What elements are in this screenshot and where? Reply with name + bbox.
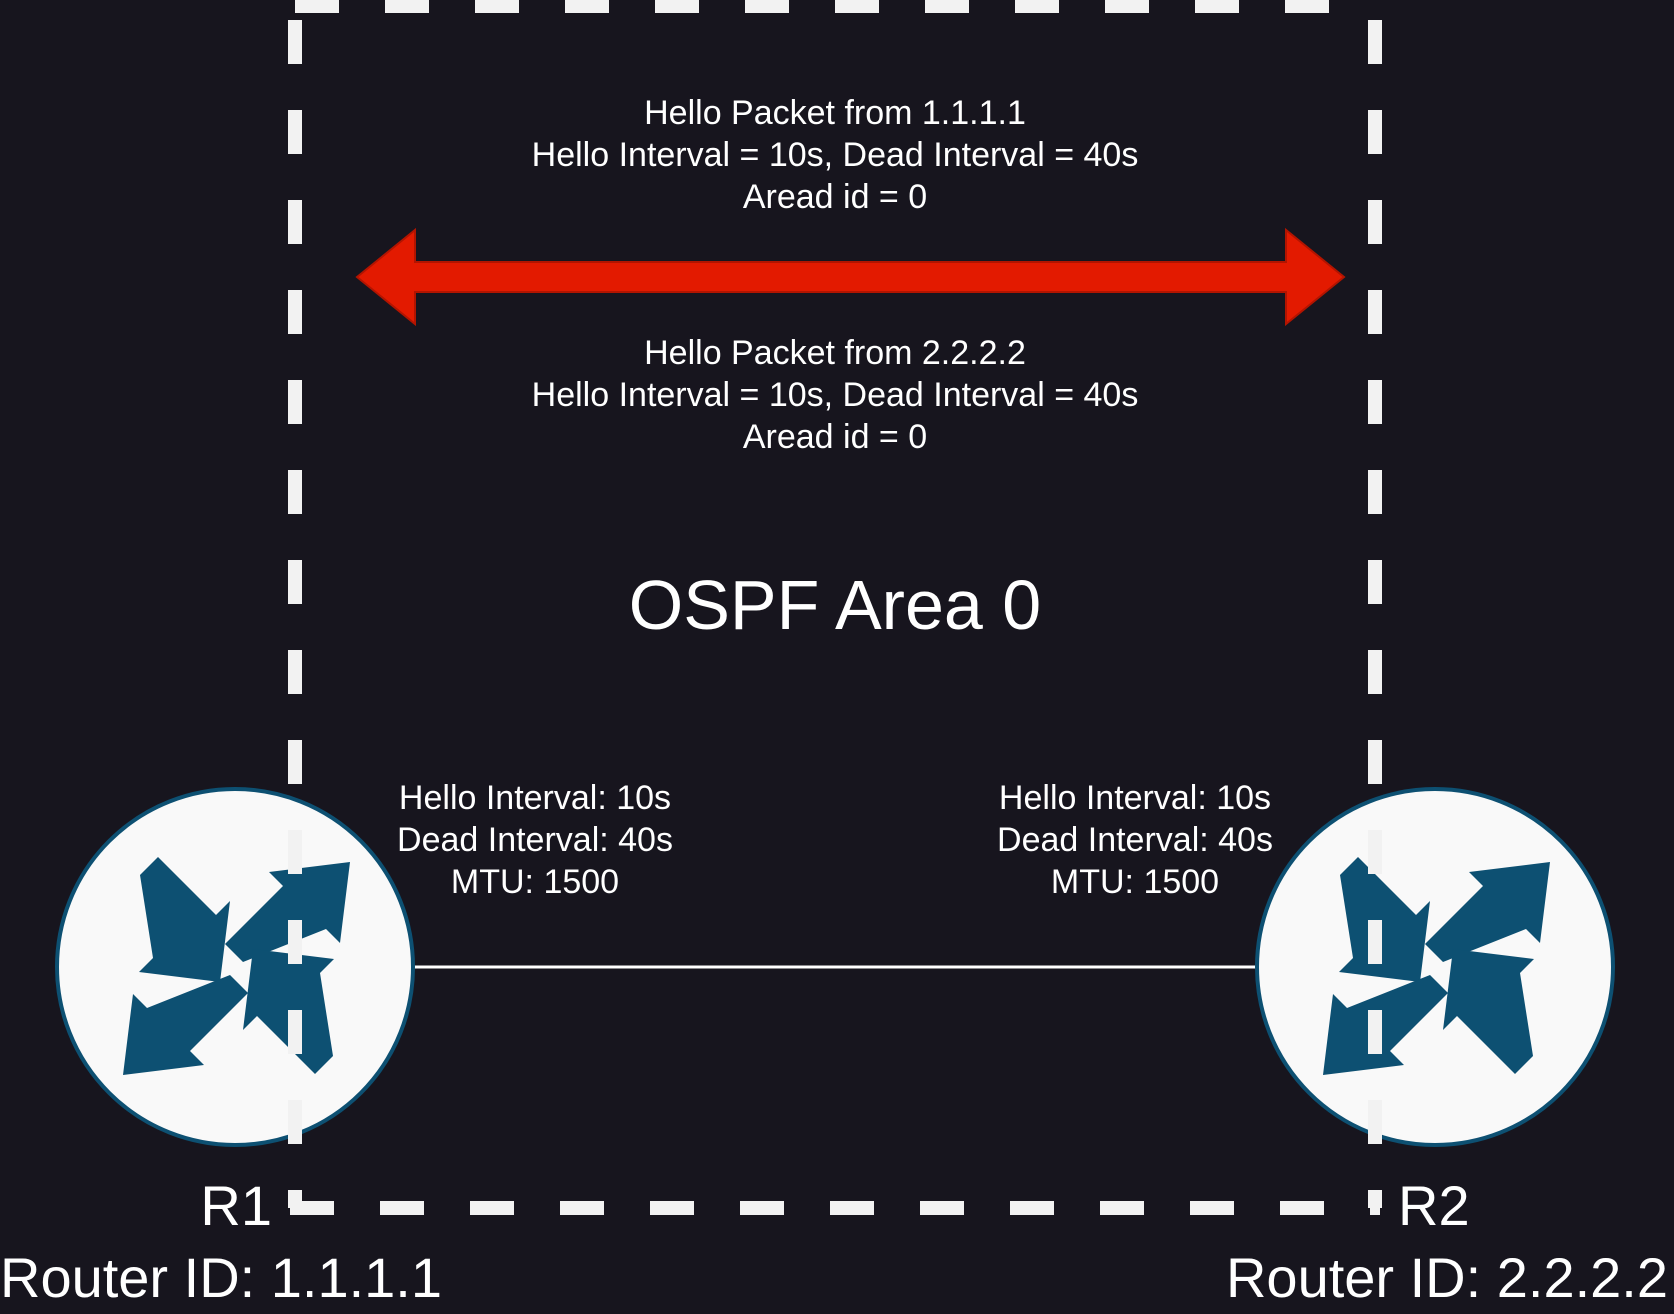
r2-config-line: Hello Interval: 10s: [998, 779, 1272, 817]
hello-r2-line: Hello Interval = 10s, Dead Interval = 40…: [531, 376, 1139, 414]
hello-r1-line: Aread id = 0: [742, 178, 928, 216]
router-r1-id: Router ID: 1.1.1.1: [0, 1246, 443, 1309]
r2-config-line: Dead Interval: 40s: [997, 821, 1273, 859]
router-r2-name: R2: [1398, 1174, 1470, 1237]
hello-r2-line: Hello Packet from 2.2.2.2: [644, 334, 1026, 372]
router-r2-id: Router ID: 2.2.2.2: [1225, 1246, 1668, 1309]
hello-r1-line: Hello Interval = 10s, Dead Interval = 40…: [531, 136, 1139, 174]
r1-interface-config: Hello Interval: 10s Dead Interval: 40s M…: [325, 777, 745, 903]
r2-interface-config: Hello Interval: 10s Dead Interval: 40s M…: [925, 777, 1345, 903]
r2-config-line: MTU: 1500: [1050, 863, 1220, 901]
r1-config-line: MTU: 1500: [450, 863, 620, 901]
hello-r2-line: Aread id = 0: [742, 418, 928, 456]
area-label: OSPF Area 0: [628, 566, 1042, 644]
hello-packet-r2-label: Hello Packet from 2.2.2.2 Hello Interval…: [435, 332, 1235, 458]
hello-exchange-arrow: [355, 227, 1346, 327]
r1-config-line: Dead Interval: 40s: [397, 821, 673, 859]
hello-r1-line: Hello Packet from 1.1.1.1: [644, 94, 1026, 132]
router-r1-name: R1: [200, 1174, 272, 1237]
hello-packet-r1-label: Hello Packet from 1.1.1.1 Hello Interval…: [435, 92, 1235, 218]
r1-config-line: Hello Interval: 10s: [398, 779, 672, 817]
ospf-diagram: Hello Packet from 1.1.1.1 Hello Interval…: [0, 0, 1674, 1314]
